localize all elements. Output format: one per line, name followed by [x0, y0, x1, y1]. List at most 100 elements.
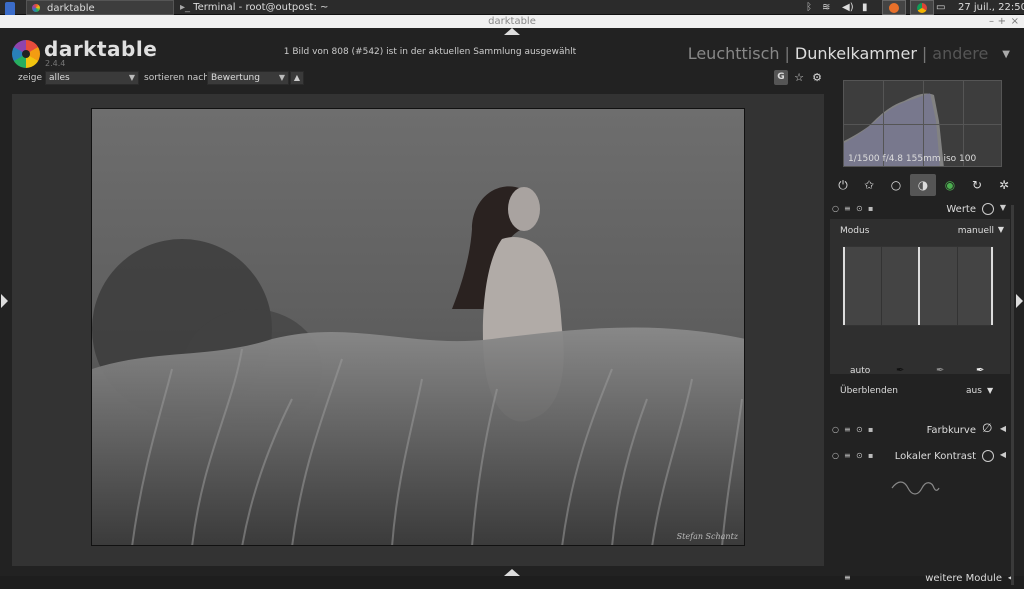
reset-icon[interactable]: ⊙ — [856, 204, 863, 213]
levels-grid-line — [881, 247, 882, 325]
chevron-down-icon: ▼ — [128, 73, 135, 82]
chevron-down-icon: ▼ — [278, 73, 285, 82]
module-header-levels[interactable]: ○ ≡ ⊙ ▪ Werte ▼ — [830, 200, 1012, 220]
task-darktable-label: darktable — [47, 3, 95, 14]
show-label: zeige — [18, 73, 43, 83]
chevron-down-icon[interactable]: ▼ — [987, 386, 993, 395]
os-taskbar: darktable ▸_ Terminal - root@outpost: ~ … — [0, 0, 1024, 17]
photo-artwork — [92, 109, 744, 545]
chevron-down-icon[interactable]: ▼ — [998, 225, 1004, 234]
collapse-bottom-arrow-icon[interactable] — [504, 569, 520, 576]
star-icon[interactable]: ✩ — [856, 174, 882, 196]
exif-info: 1/1500 f/4.8 155mm iso 100 — [848, 154, 977, 164]
darktable-logo-icon — [12, 40, 40, 68]
window-titlebar: darktable – + × — [0, 15, 1024, 28]
darkroom-canvas[interactable]: Stefan Schantz — [12, 94, 824, 566]
view-other[interactable]: andere — [932, 44, 988, 63]
view-separator: | — [784, 44, 790, 63]
more-modules-bar[interactable]: ≡ weitere Module ◀ — [830, 569, 1016, 589]
more-modules-label: weitere Module — [925, 573, 1002, 584]
view-switcher: Leuchttisch | Dunkelkammer | andere ▼ — [688, 44, 1010, 63]
chrome-launcher-icon[interactable] — [910, 0, 934, 15]
darktable-task-icon — [32, 4, 40, 12]
multi-instance-icon[interactable]: ≡ — [844, 204, 851, 213]
multi-instance-icon[interactable]: ≡ — [844, 425, 851, 434]
expand-icon[interactable]: ◀ — [1000, 450, 1006, 459]
clock[interactable]: 27 juil., 22:50 — [958, 0, 1024, 15]
task-terminal[interactable]: ▸_ Terminal - root@outpost: ~ — [180, 0, 328, 15]
sort-select-value: Bewertung — [211, 73, 260, 83]
bluetooth-icon[interactable]: ᛒ — [806, 0, 812, 15]
view-separator: | — [921, 44, 928, 63]
white-picker-icon[interactable]: ✒ — [976, 365, 984, 376]
minimize-icon[interactable]: – — [989, 15, 994, 28]
sort-order-button[interactable]: ▲ — [290, 71, 304, 85]
app-name: darktable — [44, 37, 158, 61]
window-switch-icon[interactable]: ▭ — [936, 0, 945, 15]
presets-icon[interactable]: ▪ — [868, 451, 873, 460]
terminal-icon: ▸_ — [180, 2, 191, 13]
show-select[interactable]: alles ▼ — [45, 71, 139, 85]
curve-module-icon: ∅ — [982, 421, 993, 435]
more-modules-icon: ≡ — [844, 573, 851, 582]
half-circle-icon[interactable]: ◑ — [910, 174, 936, 196]
close-icon[interactable]: × — [1011, 15, 1019, 28]
color-icon[interactable]: ◉ — [937, 174, 963, 196]
wifi-icon[interactable]: ≋ — [822, 0, 830, 15]
sort-select[interactable]: Bewertung ▼ — [207, 71, 289, 85]
show-select-value: alles — [49, 73, 70, 83]
module-name-color-curve: Farbkurve — [926, 425, 976, 436]
firefox-launcher-icon[interactable] — [882, 0, 906, 15]
mode-value[interactable]: manuell — [958, 226, 994, 236]
auto-button[interactable]: auto — [850, 366, 870, 376]
sort-label: sortieren nach — [144, 73, 209, 83]
black-picker-icon[interactable]: ✒ — [896, 365, 904, 376]
collapse-right-arrow-icon[interactable] — [1016, 294, 1023, 308]
right-panel-scrollbar[interactable] — [1011, 205, 1014, 585]
module-enable-icon[interactable]: ○ — [832, 204, 839, 213]
view-lighttable[interactable]: Leuchttisch — [688, 44, 780, 63]
gray-picker-icon[interactable]: ✒ — [936, 365, 944, 376]
blend-value[interactable]: aus — [966, 386, 982, 396]
presets-icon[interactable]: ▪ — [868, 425, 873, 434]
reset-icon[interactable]: ⊙ — [856, 451, 863, 460]
views-dropdown-icon[interactable]: ▼ — [1002, 49, 1010, 60]
battery-icon[interactable]: ▮ — [862, 0, 868, 15]
gear-icon[interactable]: ⚙ — [810, 70, 824, 85]
correction-icon[interactable]: ↻ — [964, 174, 990, 196]
gray-point-handle[interactable] — [918, 247, 920, 325]
task-darktable[interactable]: darktable — [26, 0, 174, 15]
expand-icon[interactable]: ◀ — [1000, 424, 1006, 433]
module-name-levels: Werte — [946, 204, 976, 215]
power-icon[interactable]: ⏻ — [830, 174, 856, 196]
collapse-top-arrow-icon[interactable] — [504, 28, 520, 35]
view-darkroom[interactable]: Dunkelkammer — [795, 44, 917, 63]
expand-icon[interactable]: ▼ — [1000, 203, 1006, 212]
white-point-handle[interactable] — [991, 247, 993, 325]
circle-icon[interactable]: ○ — [883, 174, 909, 196]
photo-signature: Stefan Schantz — [676, 532, 738, 541]
multi-instance-icon[interactable]: ≡ — [844, 451, 851, 460]
module-enable-icon[interactable]: ○ — [832, 425, 839, 434]
module-enable-icon[interactable]: ○ — [832, 451, 839, 460]
center-image[interactable]: Stefan Schantz — [91, 108, 745, 546]
grouping-button[interactable]: G — [774, 70, 788, 85]
module-header-color-curve[interactable]: ○ ≡ ⊙ ▪ Farbkurve ∅ ◀ — [830, 421, 1012, 441]
levels-module-icon — [982, 203, 994, 215]
effect-icon[interactable]: ✲ — [991, 174, 1017, 196]
presets-icon[interactable]: ▪ — [868, 204, 873, 213]
volume-icon[interactable]: ◀) — [842, 0, 854, 15]
star-overlay-icon[interactable]: ☆ — [792, 70, 806, 85]
module-group-bar: ⏻ ✩ ○ ◑ ◉ ↻ ✲ — [830, 174, 1016, 196]
levels-grid-line — [957, 247, 958, 325]
maximize-icon[interactable]: + — [998, 15, 1006, 28]
levels-graph[interactable] — [842, 246, 994, 326]
reset-icon[interactable]: ⊙ — [856, 425, 863, 434]
black-point-handle[interactable] — [843, 247, 845, 325]
collapse-left-arrow-icon[interactable] — [1, 294, 8, 308]
ornament-icon — [891, 481, 940, 495]
task-terminal-label: Terminal - root@outpost: ~ — [193, 2, 329, 13]
histogram[interactable]: 1/1500 f/4.8 155mm iso 100 — [843, 80, 1002, 167]
module-header-local-contrast[interactable]: ○ ≡ ⊙ ▪ Lokaler Kontrast ◀ — [830, 447, 1012, 467]
local-contrast-module-icon — [982, 450, 994, 462]
